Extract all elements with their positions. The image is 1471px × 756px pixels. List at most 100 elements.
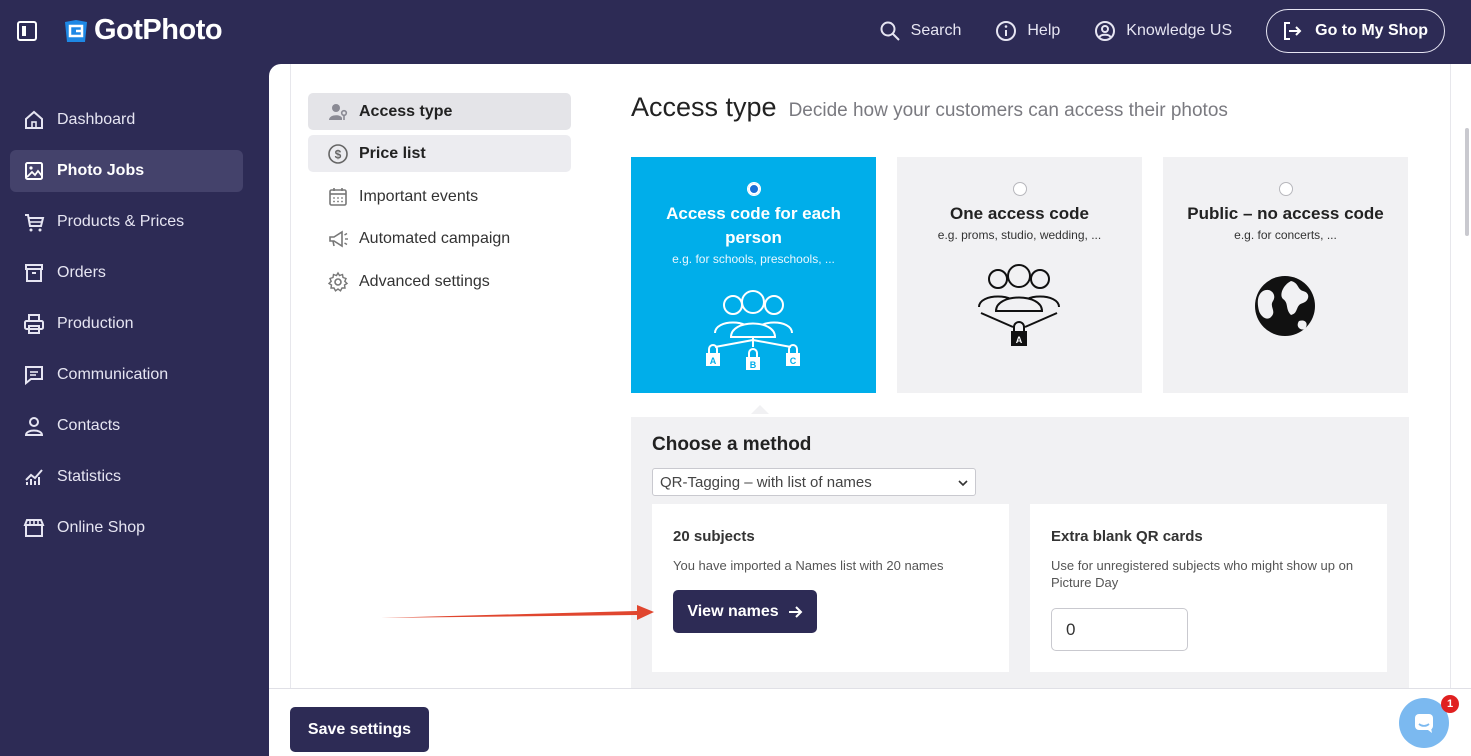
access-option-title: One access code [950, 204, 1089, 223]
image-icon [25, 162, 43, 180]
lock-letter-a: A [710, 356, 717, 366]
method-select[interactable]: QR-Tagging – with list of names [652, 468, 976, 496]
radio-button[interactable] [1012, 182, 1027, 196]
lock-letter-b: B [750, 360, 757, 370]
view-names-button[interactable]: View names [673, 590, 817, 633]
radio-button[interactable] [746, 182, 761, 196]
sidebar-item-label: Communication [57, 366, 169, 383]
store-icon [23, 519, 45, 537]
logo[interactable]: GotPhoto [62, 14, 223, 47]
extra-qr-text: Use for unregistered subjects who might … [1051, 558, 1354, 590]
sidebar-toggle-icon[interactable] [16, 20, 38, 42]
page-title: Access type [631, 92, 777, 122]
message-icon [1415, 714, 1433, 733]
globe-icon [1255, 276, 1315, 336]
sidebar-item-dashboard[interactable]: Dashboard [10, 99, 243, 141]
help-button[interactable]: Help [995, 20, 1060, 42]
subnav-access-type[interactable]: Access type [308, 93, 571, 130]
subjects-title: 20 subjects [673, 528, 755, 545]
footer-bar: Save settings [269, 688, 1471, 756]
printer-icon [24, 314, 44, 334]
user-key-icon [329, 103, 348, 120]
subnav-label: Advanced settings [359, 272, 490, 290]
search-button[interactable]: Search [879, 20, 962, 42]
subnav-advanced-settings[interactable]: Advanced settings [308, 263, 571, 300]
megaphone-icon [329, 230, 348, 247]
chat-notification-badge: 1 [1441, 695, 1459, 713]
subnav-automated-campaign[interactable]: Automated campaign [308, 220, 571, 257]
access-option-title: Access code for each person [666, 204, 841, 247]
sidebar-item-communication[interactable]: Communication [10, 354, 243, 396]
sidebar-item-label: Production [57, 315, 134, 332]
sidebar-item-orders[interactable]: Orders [10, 252, 243, 294]
dollar-circle-icon: $ [328, 143, 348, 164]
method-panel: Choose a method QR-Tagging – with list o… [631, 417, 1409, 697]
search-icon [880, 21, 900, 41]
gear-icon [327, 271, 349, 292]
group-with-locks-icon: A B C [706, 290, 800, 370]
subnav-price-list[interactable]: $ Price list [308, 135, 571, 172]
sidebar-item-label: Photo Jobs [57, 162, 145, 179]
extra-qr-count-input[interactable]: 0 [1051, 608, 1188, 651]
sidebar-item-label: Contacts [57, 417, 121, 434]
extra-qr-title: Extra blank QR cards [1051, 528, 1203, 545]
access-option-per-person[interactable]: Access code for each person e.g. for sch… [631, 157, 876, 393]
shop-button-label: Go to My Shop [1315, 22, 1428, 39]
sidebar-item-contacts[interactable]: Contacts [10, 405, 243, 447]
sidebar-item-label: Dashboard [57, 111, 136, 128]
account-menu[interactable]: Knowledge US [1094, 20, 1232, 42]
subnav-important-events[interactable]: Important events [308, 178, 571, 215]
access-option-desc: e.g. for concerts, ... [1234, 228, 1337, 242]
help-label: Help [1027, 22, 1061, 39]
subnav-label: Price list [359, 144, 426, 162]
lock-letter-a: A [1016, 335, 1023, 345]
extra-qr-box: Extra blank QR cards Use for unregistere… [1030, 504, 1387, 672]
sidebar-item-products-prices[interactable]: Products & Prices [10, 201, 243, 243]
top-actions: Search Help Knowledge US Go to My Shop [879, 9, 1445, 53]
logout-arrow-icon [1284, 22, 1302, 40]
save-settings-button[interactable]: Save settings [290, 707, 429, 752]
box-icon [25, 264, 43, 282]
svg-text:$: $ [335, 147, 342, 161]
sidebar-item-label: Statistics [57, 468, 122, 485]
access-option-desc: e.g. for schools, preschools, ... [672, 252, 835, 266]
person-icon [24, 417, 44, 436]
sidebar-item-photo-jobs[interactable]: Photo Jobs [10, 150, 243, 192]
annotation-arrow-icon [375, 605, 654, 620]
method-title: Choose a method [652, 434, 812, 455]
brand-name: GotPhoto [94, 14, 223, 46]
access-option-title: Public – no access code [1187, 204, 1384, 223]
account-label: Knowledge US [1126, 22, 1233, 39]
access-option-public[interactable]: Public – no access code e.g. for concert… [1163, 157, 1408, 393]
chart-icon [25, 469, 43, 485]
access-option-desc: e.g. proms, studio, wedding, ... [937, 228, 1102, 242]
selection-pointer [751, 405, 769, 414]
calendar-icon [329, 187, 347, 206]
subjects-box: 20 subjects You have imported a Names li… [652, 504, 1009, 672]
sidebar-item-production[interactable]: Production [10, 303, 243, 345]
user-circle-icon [1095, 21, 1116, 41]
scrollbar[interactable] [1465, 128, 1469, 236]
page-header: Access type Decide how your customers ca… [631, 92, 1228, 123]
method-select-value: QR-Tagging – with list of names [660, 473, 872, 491]
view-names-label: View names [687, 602, 779, 620]
access-option-one-code[interactable]: One access code e.g. proms, studio, wedd… [897, 157, 1142, 393]
radio-button[interactable] [1278, 182, 1293, 196]
sidebar-item-statistics[interactable]: Statistics [10, 456, 243, 498]
logo-icon [65, 19, 87, 42]
subnav-label: Access type [359, 102, 453, 120]
group-single-lock-icon: A [978, 264, 1060, 346]
main-panel: Access type $ Price list Important event… [269, 64, 1471, 756]
go-to-shop-button[interactable]: Go to My Shop [1266, 9, 1445, 53]
subnav-label: Important events [359, 187, 479, 205]
subnav-label: Automated campaign [359, 229, 511, 247]
arrow-right-icon [788, 605, 803, 618]
subjects-text: You have imported a Names list with 20 n… [673, 558, 944, 573]
sidebar-item-label: Online Shop [57, 519, 146, 536]
search-label: Search [910, 22, 962, 39]
info-icon [996, 21, 1017, 41]
sidebar-item-online-shop[interactable]: Online Shop [10, 507, 243, 549]
cart-icon [25, 214, 45, 232]
page-subtitle: Decide how your customers can access the… [788, 100, 1228, 121]
sidebar: Dashboard Photo Jobs Products & Prices O… [0, 64, 269, 756]
